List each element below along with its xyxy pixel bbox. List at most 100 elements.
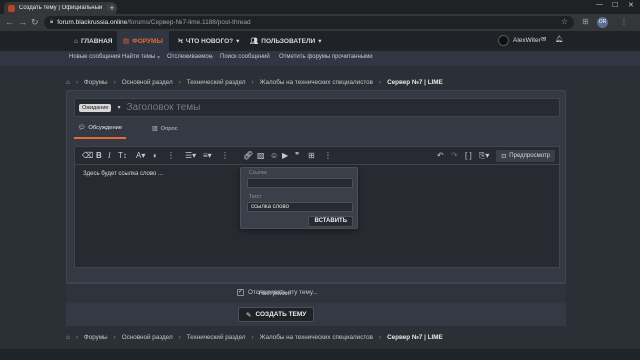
forward-icon[interactable]: → <box>18 17 27 27</box>
bbcode-toggle-icon[interactable]: [ ] <box>465 151 472 160</box>
thread-title-input[interactable]: Заголовок темы <box>126 102 200 113</box>
maximize-icon[interactable]: ☐ <box>612 1 618 9</box>
url-input[interactable]: 🔒︎ forum.blackrussia.online/forums/Серве… <box>44 16 574 29</box>
subnav-item-watched[interactable]: Отслеживаемое <box>167 54 212 60</box>
align-icon[interactable]: ≡▾ <box>203 151 212 160</box>
preview-label: Предпросмотр <box>509 153 550 159</box>
tab-label: Обсуждение <box>88 125 123 131</box>
lock-icon: 🔒︎ <box>50 19 54 25</box>
more-icon[interactable]: ⋮ <box>324 151 332 160</box>
insert-link-button[interactable]: ВСТАВИТЬ <box>308 216 353 227</box>
more-icon[interactable]: ⋮ <box>221 151 229 160</box>
breadcrumb-current[interactable]: Сервер №7 | LIME <box>387 79 443 86</box>
username: AlexWiter <box>513 37 541 44</box>
media-icon[interactable]: ▶ <box>282 151 288 160</box>
breadcrumb-item[interactable]: Основной раздел <box>122 79 173 86</box>
palette-icon[interactable]: ◐ <box>153 151 158 160</box>
breadcrumb-item[interactable]: Жалобы на технических специалистов <box>260 79 373 86</box>
url-path: /forums/Сервер-№7-lime.1188/post-thread <box>127 19 251 26</box>
list-icon[interactable]: ☰▾ <box>185 151 196 160</box>
new-tab-button[interactable]: + <box>107 3 117 13</box>
link-url-field[interactable] <box>247 178 353 188</box>
poll-icon: ▥ <box>152 126 158 132</box>
envelope-icon[interactable]: ✉ <box>541 35 546 43</box>
checkbox-icon[interactable]: ✓ <box>237 289 244 296</box>
tab-discussion[interactable]: 💬︎ Обсуждение <box>74 124 127 139</box>
reload-icon[interactable]: ↻ <box>31 17 39 28</box>
chevron-right-icon: › <box>75 333 78 341</box>
nav-forums[interactable]: ▤ ФОРУМЫ <box>117 31 169 51</box>
breadcrumb-item[interactable]: Форумы <box>84 334 108 341</box>
home-icon[interactable]: ⌂ <box>66 334 70 341</box>
breadcrumb-item[interactable]: Основной раздел <box>122 334 173 341</box>
prefix-select[interactable]: Ожидание <box>79 103 112 112</box>
redo-icon[interactable]: ↷ <box>451 151 458 160</box>
text-size-icon[interactable]: T↕ <box>118 151 127 160</box>
chevron-right-icon: › <box>379 78 382 86</box>
tab-title: Создать тему | Официальный ф <box>19 5 103 11</box>
font-color-icon[interactable]: A▾ <box>136 151 145 160</box>
undo-icon[interactable]: ↶ <box>437 151 444 160</box>
minimize-icon[interactable]: — <box>596 1 603 8</box>
user-menu[interactable]: AlexWiter <box>498 35 541 46</box>
back-icon[interactable]: ← <box>5 17 14 27</box>
more-icon[interactable]: ⋮ <box>167 151 175 160</box>
subnav-item-mark-read[interactable]: Отметить форумы прочитанными <box>279 54 373 60</box>
breadcrumb-item[interactable]: Технический раздел <box>187 79 246 86</box>
image-icon[interactable]: ▨ <box>257 151 265 160</box>
create-thread-button[interactable]: ✎ СОЗДАТЬ ТЕМУ <box>238 307 315 322</box>
insert-link-popup: Ссылка Текст ссылка слово ВСТАВИТЬ <box>240 167 358 229</box>
chevron-right-icon: › <box>178 333 181 341</box>
nav-forums-label: ФОРУМЫ <box>132 37 163 45</box>
thread-title-field[interactable]: Ожидание ▾ Заголовок темы <box>74 98 560 117</box>
eraser-icon[interactable]: ⌫ <box>82 151 93 160</box>
chevron-down-icon: ▾ <box>318 38 322 45</box>
breadcrumb-item[interactable]: Форумы <box>84 79 108 86</box>
subnav-item-find-threads[interactable]: Найти темы <box>122 54 155 60</box>
tab-label: Опрос <box>160 126 178 132</box>
subnav-item-search-posts[interactable]: Поиск сообщений <box>220 54 270 60</box>
quote-icon[interactable]: ❞ <box>295 151 299 160</box>
nav-home-label: ГЛАВНАЯ <box>80 37 113 45</box>
nav-users-label: ПОЛЬЗОВАТЕЛИ <box>261 37 316 45</box>
site-favicon-icon <box>8 4 15 12</box>
sub-navigation: Новые сообщения Найти темы ▾ Отслеживаем… <box>0 51 640 66</box>
breadcrumb-item[interactable]: Жалобы на технических специалистов <box>260 334 373 341</box>
link-text-field[interactable]: ссылка слово <box>247 202 353 212</box>
pencil-icon: ✎ <box>246 311 252 319</box>
preview-icon: ⊡ <box>501 153 507 160</box>
editor-body-text[interactable]: Здесь будет ссылка слово ... <box>83 171 163 177</box>
italic-icon[interactable]: I <box>108 151 111 160</box>
drafts-icon[interactable]: ⎘▾ <box>479 151 489 160</box>
extension-icon[interactable]: ⊞ <box>582 17 589 26</box>
window-close-icon[interactable]: ✕ <box>628 1 634 9</box>
chevron-right-icon: › <box>379 333 382 341</box>
breadcrumb-current[interactable]: Сервер №7 | LIME <box>387 334 443 341</box>
profile-avatar[interactable]: OR <box>597 17 608 28</box>
smile-icon[interactable]: ☺ <box>270 151 278 160</box>
users-icon: 👥︎ <box>250 38 259 45</box>
editor-tabs: 💬︎ Обсуждение ▥ Опрос <box>74 124 182 139</box>
watch-thread-label: Отслеживать эту тему... <box>248 289 318 296</box>
tab-poll[interactable]: ▥ Опрос <box>148 124 181 139</box>
chevron-down-icon[interactable]: ▾ <box>117 104 120 111</box>
watch-thread-checkbox[interactable]: ✓ Отслеживать эту тему... <box>237 289 318 296</box>
address-bar: ← → ↻ 🔒︎ forum.blackrussia.online/forums… <box>0 14 640 31</box>
table-icon[interactable]: ⊞ <box>308 151 315 160</box>
link-icon[interactable]: 🔗︎ <box>243 151 253 160</box>
submit-row: ✎ СОЗДАТЬ ТЕМУ <box>66 303 566 326</box>
bold-icon[interactable]: B <box>96 151 102 160</box>
nav-whats-new[interactable]: ϟ ЧТО НОВОГО? ▾ <box>172 31 245 51</box>
breadcrumb-item[interactable]: Технический раздел <box>187 334 246 341</box>
bookmark-star-icon[interactable]: ☆ <box>561 17 568 26</box>
subnav-separator: ▾ <box>210 55 214 61</box>
nav-home[interactable]: ⌂ ГЛАВНАЯ <box>68 31 118 51</box>
bell-icon[interactable]: 🔔︎ <box>555 35 563 43</box>
preview-button[interactable]: ⊡ Предпросмотр <box>496 150 555 162</box>
browser-tab[interactable]: Создать тему | Официальный ф ✕ <box>4 2 116 14</box>
nav-users[interactable]: 👥︎ ПОЛЬЗОВАТЕЛИ ▾ <box>244 31 328 51</box>
home-icon[interactable]: ⌂ <box>66 79 70 86</box>
chevron-right-icon: › <box>251 333 254 341</box>
subnav-item-new-posts[interactable]: Новые сообщения <box>69 54 120 60</box>
menu-icon[interactable]: ⋮ <box>620 17 628 26</box>
